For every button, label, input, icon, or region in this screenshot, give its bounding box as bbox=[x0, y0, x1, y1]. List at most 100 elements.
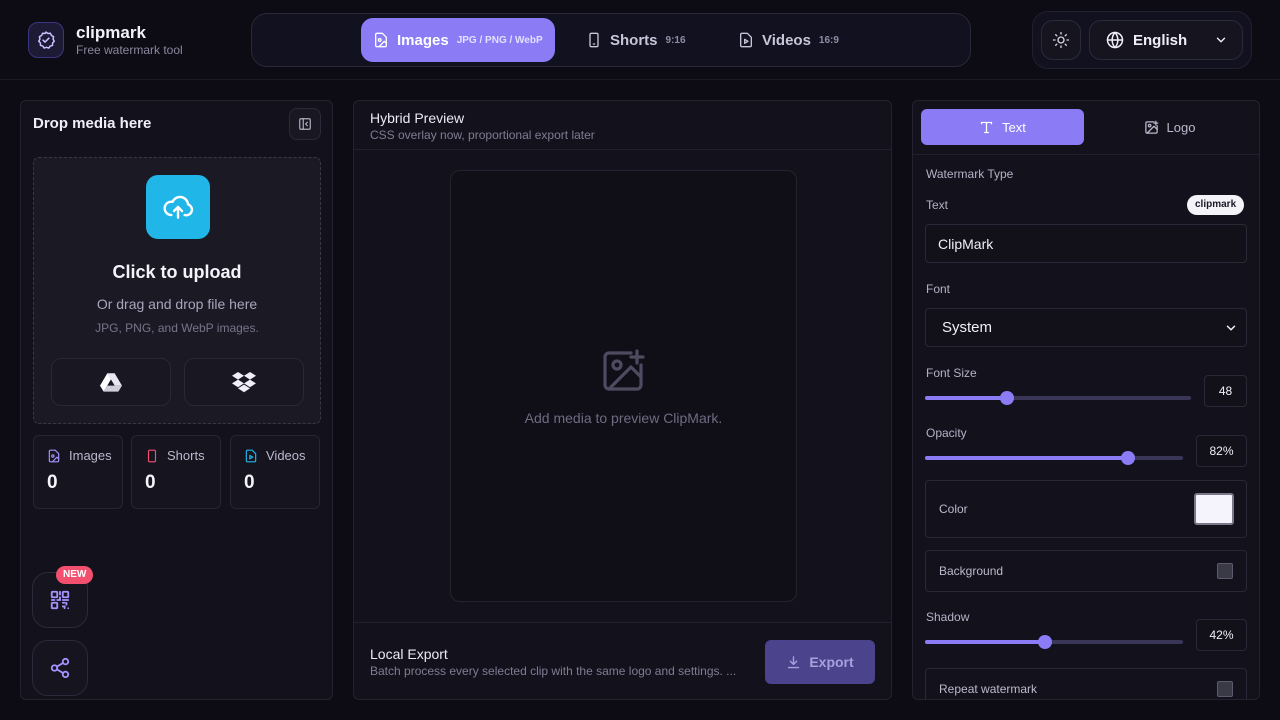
settings-panel: Text Logo Watermark Type Text clipmark F… bbox=[912, 100, 1260, 700]
tab-images[interactable]: Images JPG / PNG / WebP bbox=[361, 18, 555, 62]
upload-subtitle: Or drag and drop file here bbox=[96, 296, 258, 312]
brand[interactable]: clipmark Free watermark tool bbox=[28, 22, 183, 58]
language-select[interactable]: English bbox=[1089, 20, 1243, 60]
tab-shorts-label: Shorts bbox=[610, 31, 658, 49]
background-row: Background bbox=[925, 550, 1247, 592]
preview-canvas[interactable]: Add media to preview ClipMark. bbox=[450, 170, 797, 602]
phone-icon bbox=[145, 449, 159, 463]
preview-panel: Hybrid Preview CSS overlay now, proporti… bbox=[353, 100, 892, 700]
globe-icon bbox=[1106, 31, 1124, 49]
video-file-icon bbox=[738, 32, 754, 48]
shield-check-icon bbox=[28, 22, 64, 58]
watermark-text-input[interactable] bbox=[925, 224, 1247, 263]
header-controls: English bbox=[1032, 11, 1252, 69]
download-icon bbox=[786, 655, 801, 670]
font-size-value[interactable]: 48 bbox=[1204, 375, 1247, 407]
cloud-upload-icon bbox=[146, 175, 210, 239]
tab-text-label: Text bbox=[1002, 119, 1026, 135]
preview-title: Hybrid Preview bbox=[370, 110, 465, 126]
image-add-icon bbox=[1144, 120, 1159, 135]
phone-icon bbox=[586, 32, 602, 48]
opacity-slider[interactable] bbox=[925, 451, 1183, 465]
color-picker[interactable] bbox=[1194, 493, 1234, 525]
stat-images-count: 0 bbox=[47, 472, 58, 493]
upload-dropzone[interactable]: Click to upload Or drag and drop file he… bbox=[33, 157, 321, 424]
text-preview-chip: clipmark bbox=[1187, 195, 1245, 215]
tab-logo-label: Logo bbox=[1166, 119, 1196, 135]
tab-text[interactable]: Text bbox=[921, 109, 1084, 145]
background-label: Background bbox=[939, 564, 1004, 578]
theme-toggle-button[interactable] bbox=[1041, 20, 1081, 60]
share-button[interactable] bbox=[32, 640, 88, 696]
sidebar-collapse-icon bbox=[298, 117, 312, 131]
shadow-value[interactable]: 42% bbox=[1196, 619, 1247, 651]
language-label: English bbox=[1133, 31, 1188, 49]
opacity-label: Opacity bbox=[926, 426, 967, 440]
video-file-icon bbox=[244, 449, 258, 463]
preview-empty-message: Add media to preview ClipMark. bbox=[524, 410, 723, 426]
font-select-value: System bbox=[942, 319, 993, 336]
dropbox-button[interactable] bbox=[184, 358, 304, 406]
upload-formats-note: JPG, PNG, and WebP images. bbox=[95, 321, 259, 335]
font-select[interactable]: System bbox=[925, 308, 1247, 347]
export-button[interactable]: Export bbox=[765, 640, 875, 684]
stat-videos-label: Videos bbox=[266, 448, 306, 463]
stat-images-label: Images bbox=[69, 448, 112, 463]
collapse-panel-button[interactable] bbox=[289, 108, 321, 140]
brand-name: clipmark bbox=[76, 23, 146, 42]
chevron-down-icon bbox=[1214, 33, 1228, 47]
image-file-icon bbox=[373, 32, 389, 48]
preview-header: Hybrid Preview CSS overlay now, proporti… bbox=[354, 101, 891, 150]
repeat-checkbox[interactable] bbox=[1217, 681, 1233, 697]
export-footer: Local Export Batch process every selecte… bbox=[354, 622, 891, 700]
tab-shorts-ratio: 9:16 bbox=[665, 34, 686, 46]
background-checkbox[interactable] bbox=[1217, 563, 1233, 579]
stat-card-images: Images 0 bbox=[33, 435, 123, 509]
export-description: Batch process every selected clip with t… bbox=[370, 664, 737, 678]
qr-code-icon bbox=[49, 589, 71, 611]
tab-images-formats: JPG / PNG / WebP bbox=[456, 34, 543, 46]
mode-tabs: Images JPG / PNG / WebP Shorts 9:16 Vide… bbox=[251, 13, 971, 67]
stat-videos-count: 0 bbox=[244, 472, 255, 493]
stat-shorts-count: 0 bbox=[145, 472, 156, 493]
tab-images-label: Images bbox=[397, 31, 449, 49]
tab-videos-ratio: 16:9 bbox=[818, 34, 839, 46]
color-row: Color bbox=[925, 480, 1247, 538]
chevron-down-icon bbox=[1224, 321, 1238, 335]
upload-title: Click to upload bbox=[112, 262, 242, 282]
shadow-label: Shadow bbox=[926, 610, 970, 624]
tab-shorts[interactable]: Shorts 9:16 bbox=[574, 18, 698, 62]
image-file-icon bbox=[47, 449, 61, 463]
repeat-row: Repeat watermark bbox=[925, 668, 1247, 699]
share-icon bbox=[49, 657, 71, 679]
tab-logo[interactable]: Logo bbox=[1088, 109, 1251, 145]
dropbox-icon bbox=[232, 371, 256, 393]
google-drive-icon bbox=[100, 372, 122, 392]
tab-videos[interactable]: Videos 16:9 bbox=[726, 18, 851, 62]
watermark-tabs: Text Logo bbox=[913, 101, 1259, 155]
text-field-label: Text bbox=[926, 198, 949, 212]
repeat-label: Repeat watermark bbox=[939, 682, 1038, 696]
app-header: clipmark Free watermark tool Images JPG … bbox=[0, 0, 1280, 80]
stat-card-videos: Videos 0 bbox=[230, 435, 320, 509]
font-size-label: Font Size bbox=[926, 366, 977, 380]
brand-tagline: Free watermark tool bbox=[76, 43, 183, 57]
sun-icon bbox=[1052, 31, 1070, 49]
export-button-label: Export bbox=[809, 654, 854, 670]
tab-videos-label: Videos bbox=[762, 31, 811, 49]
preview-subtitle: CSS overlay now, proportional export lat… bbox=[370, 128, 595, 142]
font-size-slider[interactable] bbox=[925, 391, 1191, 405]
google-drive-button[interactable] bbox=[51, 358, 171, 406]
font-label: Font bbox=[926, 282, 951, 296]
opacity-value[interactable]: 82% bbox=[1196, 435, 1247, 467]
watermark-type-label: Watermark Type bbox=[926, 167, 1014, 181]
export-title: Local Export bbox=[370, 646, 448, 662]
stat-card-shorts: Shorts 0 bbox=[131, 435, 221, 509]
stat-shorts-label: Shorts bbox=[167, 448, 205, 463]
new-badge: NEW bbox=[56, 566, 94, 584]
type-icon bbox=[979, 120, 994, 135]
image-add-icon bbox=[599, 347, 647, 395]
shadow-slider[interactable] bbox=[925, 635, 1183, 649]
media-panel-title: Drop media here bbox=[33, 115, 152, 132]
color-label: Color bbox=[939, 502, 968, 516]
